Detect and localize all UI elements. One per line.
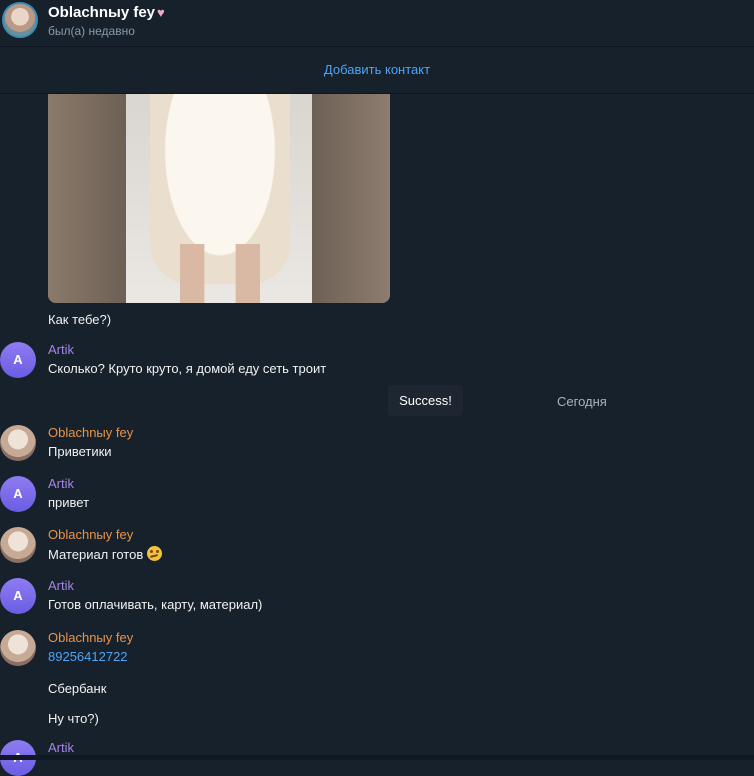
avatar[interactable]	[0, 630, 36, 666]
message-text: привет	[48, 495, 90, 510]
message-text: Как тебе?)	[48, 312, 112, 327]
phone-link[interactable]: 89256412722	[48, 649, 128, 664]
sender-name[interactable]: Oblachnыy fey	[48, 527, 133, 542]
message-text: Сколько? Круто круто, я домой еду сеть т…	[48, 361, 327, 376]
message-text: Материал готов	[48, 546, 163, 562]
avatar[interactable]: A	[0, 342, 36, 378]
contact-name[interactable]: Oblachnыy fey ♥	[48, 4, 165, 21]
message-text: Сбербанк	[48, 681, 107, 696]
add-contact-button[interactable]: Добавить контакт	[0, 47, 754, 93]
sender-name[interactable]: Oblachnыy fey	[48, 425, 133, 440]
message-text: Приветики	[48, 444, 112, 459]
chat-header: Oblachnыy fey ♥ был(а) недавно	[0, 0, 754, 46]
message-text: Ну что?)	[48, 711, 99, 726]
message-text-content: Материал готов	[48, 547, 144, 562]
contact-avatar[interactable]	[2, 2, 38, 38]
sender-name[interactable]: Oblachnыy fey	[48, 630, 133, 645]
contact-status: был(а) недавно	[48, 24, 135, 38]
contact-name-text: Oblachnыy fey	[48, 4, 156, 21]
sender-name[interactable]: Artik	[48, 740, 74, 755]
bottom-border	[0, 755, 754, 760]
message-text: Готов оплачивать, карту, материал)	[48, 597, 263, 612]
media-blur-left	[48, 94, 126, 303]
avatar[interactable]	[0, 425, 36, 461]
avatar[interactable]: A	[0, 476, 36, 512]
date-separator: Сегодня	[557, 394, 607, 409]
media-image[interactable]	[48, 94, 390, 303]
avatar[interactable]: A	[0, 578, 36, 614]
sender-name[interactable]: Artik	[48, 476, 74, 491]
success-toast: Success!	[388, 385, 463, 416]
avatar[interactable]	[0, 527, 36, 563]
media-legs	[180, 244, 260, 303]
sender-name[interactable]: Artik	[48, 342, 74, 357]
heart-icon: ♥	[157, 5, 165, 20]
sender-name[interactable]: Artik	[48, 578, 74, 593]
smirk-emoji-icon	[147, 546, 163, 561]
media-blur-right	[312, 94, 390, 303]
